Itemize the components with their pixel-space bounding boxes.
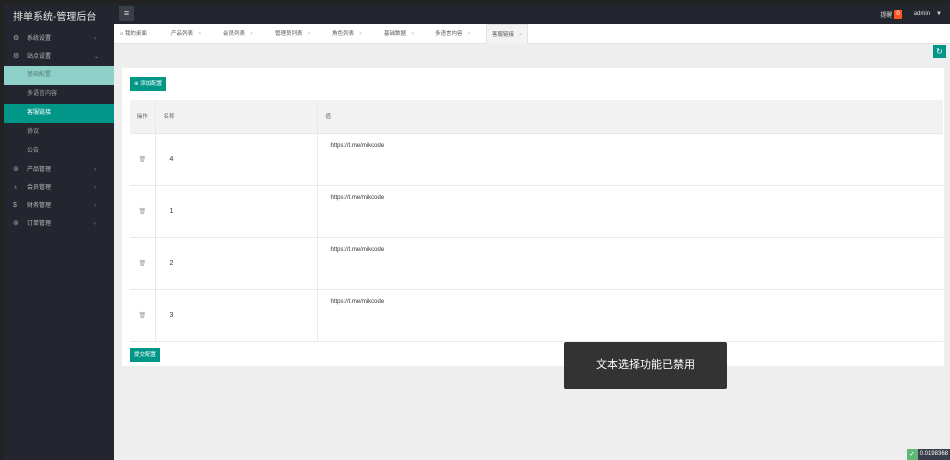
close-icon[interactable]: × <box>250 31 253 37</box>
tab-label: 产品列表 <box>171 31 194 37</box>
tab-product-list[interactable]: 产品列表 × <box>171 24 201 44</box>
tab-label: 管理员列表 <box>275 31 303 37</box>
menu-toggle-icon[interactable]: ≡ <box>119 6 134 21</box>
table-row: 🗑 1 https://t.me/mikcode <box>130 185 943 238</box>
top-right-area: 提醒 0 admin ▼ <box>880 4 950 24</box>
action-cell: 🗑 <box>130 185 156 238</box>
value-cell[interactable]: https://t.me/mikcode <box>317 133 943 186</box>
sidebar-item-product[interactable]: ⊚ 产品管理 ‹ <box>4 161 114 179</box>
order-icon: ⊚ <box>13 220 19 227</box>
user-icon: ♁ <box>13 184 19 191</box>
table-row: 🗑 2 https://t.me/mikcode <box>130 237 943 290</box>
close-icon[interactable]: × <box>468 31 471 37</box>
trash-icon[interactable]: 🗑 <box>138 209 146 215</box>
user-caret-icon[interactable]: ▼ <box>936 11 942 17</box>
name-cell[interactable]: 4 <box>155 133 318 186</box>
sidebar-subitem-agreement[interactable]: 协议 <box>4 123 114 142</box>
sidebar-item-system[interactable]: ⚙ 系统设置 ‹ <box>4 30 114 48</box>
sidebar-item-finance[interactable]: $ 财务管理 ‹ <box>4 197 114 215</box>
toast-message: 文本选择功能已禁用 <box>564 342 727 389</box>
action-cell: 🗑 <box>130 133 156 186</box>
plus-circle-icon: ⊕ <box>134 81 139 87</box>
name-cell[interactable]: 2 <box>155 237 318 290</box>
sidebar-subitem-notice[interactable]: 公告 <box>4 142 114 161</box>
home-icon: ⌂ <box>120 31 124 37</box>
action-cell: 🗑 <box>130 237 156 290</box>
tab-member-list[interactable]: 会员列表 × <box>223 24 253 44</box>
remind-count-badge[interactable]: 0 <box>894 9 902 19</box>
chevron-left-icon: ‹ <box>94 36 96 42</box>
tab-service-link[interactable]: 客服链接 × <box>486 24 529 44</box>
tab-admin-list[interactable]: 管理员列表 × <box>275 24 311 44</box>
refresh-icon[interactable]: ↻ <box>933 45 946 58</box>
sidebar-item-site[interactable]: ⚙ 站点设置 ⌄ <box>4 48 114 66</box>
trash-icon[interactable]: 🗑 <box>138 313 146 319</box>
sidebar-item-label: 订单管理 <box>27 221 52 227</box>
gear-icon: ⚙ <box>13 53 20 60</box>
sidebar-subitem-service-link[interactable]: 客服链接 <box>4 104 114 123</box>
tab-label: 我的桌面 <box>124 31 147 37</box>
table-row: 🗑 4 https://t.me/mikcode <box>130 133 943 186</box>
sidebar-item-label: 产品管理 <box>27 167 52 173</box>
gear-icon: ⚙ <box>13 35 20 42</box>
sidebar: ⚙ 系统设置 ‹ ⚙ 站点设置 ⌄ 基础配置 多语言内容 客服链接 协议 公告 … <box>4 24 114 460</box>
sidebar-item-order[interactable]: ⊚ 订单管理 ‹ <box>4 215 114 233</box>
tab-multilang[interactable]: 多语言内容 × <box>435 24 471 44</box>
col-action-header: 操作 <box>130 100 156 134</box>
tab-desktop[interactable]: ⌂ 我的桌面 <box>120 24 147 44</box>
add-config-button[interactable]: ⊕ 添加配置 <box>130 77 167 91</box>
sidebar-item-member[interactable]: ♁ 会员管理 ‹ <box>4 179 114 197</box>
close-icon[interactable]: × <box>308 31 311 37</box>
value-cell[interactable]: https://t.me/mikcode <box>317 185 943 238</box>
config-table: 操作 名称 值 🗑 4 https://t.me/mikcode 🗑 1 htt… <box>130 100 943 342</box>
config-card: ⊕ 添加配置 操作 名称 值 🗑 4 https://t.me/mikcode … <box>122 68 944 366</box>
name-cell[interactable]: 1 <box>155 185 318 238</box>
perf-value: 0.0198368 <box>917 449 950 460</box>
tab-bar: ⌂ 我的桌面 产品列表 × 会员列表 × 管理员列表 × 角色列表 × 基础数据 × 多语… <box>114 24 950 44</box>
tab-label: 客服链接 <box>492 32 515 38</box>
add-config-label: 添加配置 <box>140 81 163 87</box>
close-icon[interactable]: × <box>519 32 522 38</box>
table-row: 🗑 3 https://t.me/mikcode <box>130 289 943 342</box>
action-cell: 🗑 <box>130 289 156 342</box>
tab-label: 基础数据 <box>384 31 407 37</box>
value-cell[interactable]: https://t.me/mikcode <box>317 237 943 290</box>
close-icon[interactable]: × <box>411 31 414 37</box>
check-icon: ✓ <box>906 449 918 460</box>
sidebar-subitem-multilang[interactable]: 多语言内容 <box>4 85 114 104</box>
sidebar-item-label: 会员管理 <box>27 185 52 191</box>
close-icon[interactable]: × <box>198 31 201 37</box>
tab-label: 角色列表 <box>332 31 355 37</box>
chevron-left-icon: ‹ <box>94 167 96 173</box>
trash-icon[interactable]: 🗑 <box>138 261 146 267</box>
chevron-left-icon: ‹ <box>94 221 96 227</box>
table-header-row: 操作 名称 值 <box>130 100 943 134</box>
tab-basic-data[interactable]: 基础数据 × <box>384 24 414 44</box>
tab-label: 会员列表 <box>223 31 246 37</box>
close-icon[interactable]: × <box>359 31 362 37</box>
chevron-down-icon: ⌄ <box>94 54 100 60</box>
remind-label[interactable]: 提醒 <box>880 10 892 19</box>
app-frame: 排单系统-管理后台 ≡ 提醒 0 admin ▼ ⚙ 系统设置 ‹ ⚙ 站点设置… <box>4 4 950 460</box>
sidebar-item-label: 站点设置 <box>27 54 52 60</box>
name-cell[interactable]: 3 <box>155 289 318 342</box>
dollar-icon: $ <box>13 202 17 209</box>
perf-indicator: ✓ 0.0198368 <box>906 449 950 460</box>
top-bar: 排单系统-管理后台 ≡ 提醒 0 admin ▼ <box>4 4 950 24</box>
value-cell[interactable]: https://t.me/mikcode <box>317 289 943 342</box>
chevron-left-icon: ‹ <box>94 203 96 209</box>
user-menu[interactable]: admin <box>914 11 930 17</box>
submit-config-button[interactable]: 提交配置 <box>130 348 161 362</box>
tab-role-list[interactable]: 角色列表 × <box>332 24 362 44</box>
tab-label: 多语言内容 <box>435 31 463 37</box>
app-title: 排单系统-管理后台 <box>13 12 97 23</box>
col-value-header: 值 <box>317 100 943 134</box>
col-name-header: 名称 <box>155 100 318 134</box>
sidebar-item-label: 系统设置 <box>27 36 52 42</box>
product-icon: ⊚ <box>13 166 19 173</box>
trash-icon[interactable]: 🗑 <box>138 157 146 163</box>
sidebar-subitem-basic-config[interactable]: 基础配置 <box>4 66 114 85</box>
chevron-left-icon: ‹ <box>94 185 96 191</box>
sidebar-item-label: 财务管理 <box>27 203 52 209</box>
